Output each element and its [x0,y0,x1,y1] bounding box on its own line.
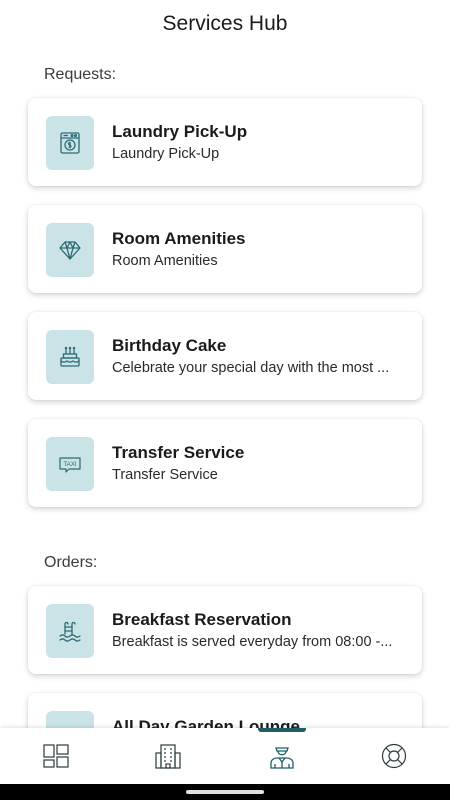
taxi-icon: TAXI [46,437,94,491]
card-title: Birthday Cake [112,336,227,355]
cake-icon [46,330,94,384]
requests-section-label: Requests: [44,66,117,83]
card-title: Transfer Service [112,443,245,462]
card-subtitle: Breakfast is served everyday from 08:00 … [112,634,393,650]
lifebuoy-icon [381,743,407,769]
bottom-navigation [0,728,450,784]
request-card-birthday-cake[interactable]: Birthday Cake Celebrate your special day… [28,312,422,400]
washing-machine-icon [46,116,94,170]
order-card-breakfast-reservation[interactable]: Breakfast Reservation Breakfast is serve… [28,586,422,674]
nav-dashboard[interactable] [0,728,112,784]
hotel-building-icon [155,744,181,769]
lounge-icon [46,711,94,728]
card-subtitle: Laundry Pick-Up [112,146,220,162]
orders-section-label: Orders: [44,554,98,571]
card-title: All Day Garden Lounge [112,717,300,728]
taxi-icon-text: TAXI [63,461,77,468]
dashboard-icon [43,744,69,768]
services-list[interactable]: Requests: Laundry Pick-Up Laundry Pick-U… [0,48,450,728]
request-card-transfer-service[interactable]: TAXI Transfer Service Transfer Service [28,419,422,507]
system-navigation-bar [0,784,450,800]
card-title: Breakfast Reservation [112,610,292,629]
concierge-icon [270,747,294,769]
card-subtitle: Transfer Service [112,467,218,483]
pool-icon [46,604,94,658]
home-indicator[interactable] [186,790,264,794]
nav-help[interactable] [338,728,450,784]
card-title: Laundry Pick-Up [112,122,248,141]
card-subtitle: Celebrate your special day with the most… [112,360,390,376]
card-subtitle: Room Amenities [112,253,218,269]
app-header: Services Hub [0,0,450,48]
diamond-icon [46,223,94,277]
nav-concierge[interactable] [226,728,338,784]
request-card-laundry[interactable]: Laundry Pick-Up Laundry Pick-Up [28,98,422,186]
card-title: Room Amenities [112,229,246,248]
nav-hotel[interactable] [112,728,224,784]
order-card-all-day-garden-lounge[interactable]: All Day Garden Lounge [28,693,422,728]
page-title: Services Hub [162,12,288,35]
request-card-room-amenities[interactable]: Room Amenities Room Amenities [28,205,422,293]
